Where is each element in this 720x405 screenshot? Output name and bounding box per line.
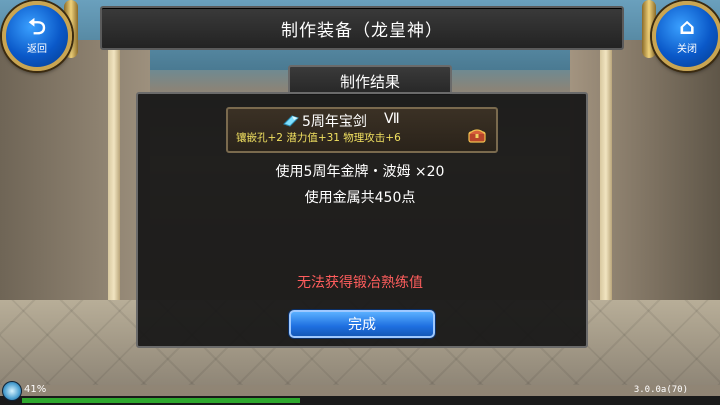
progress-percent: 41% <box>24 384 47 395</box>
title-bar: 制作装备（龙皇神） <box>100 6 624 50</box>
progress-fill <box>22 398 300 403</box>
home-icon: ⌂ <box>679 15 695 40</box>
close-label: 关闭 <box>677 44 697 55</box>
page-title: 制作装备（龙皇神） <box>281 20 443 41</box>
version-text: 3.0.0a(70) <box>633 385 688 395</box>
item-stats: 镶嵌孔+2 潜力值+31 物理攻击+6 <box>236 132 401 144</box>
metal-text: 使用金属共450点 <box>304 190 416 206</box>
chest-icon <box>468 129 486 143</box>
status-ring-icon <box>2 381 22 401</box>
close-button[interactable]: ⌂ 关闭 <box>652 1 720 71</box>
gem-icon <box>283 115 299 127</box>
back-arrow-icon: ⮌ <box>28 15 46 40</box>
result-panel-header: 制作结果 <box>288 65 452 95</box>
back-button[interactable]: ⮌ 返回 <box>2 1 72 71</box>
warning-text: 无法获得锻冶熟练值 <box>297 275 423 291</box>
back-label: 返回 <box>27 44 47 55</box>
done-button[interactable]: 完成 <box>289 310 435 338</box>
item-name: 5周年宝剑 <box>302 114 367 130</box>
result-panel-title: 制作结果 <box>339 72 400 91</box>
item-grade: Ⅶ <box>384 111 400 127</box>
materials-text: 使用5周年金牌・波姆 ×20 <box>275 164 445 180</box>
